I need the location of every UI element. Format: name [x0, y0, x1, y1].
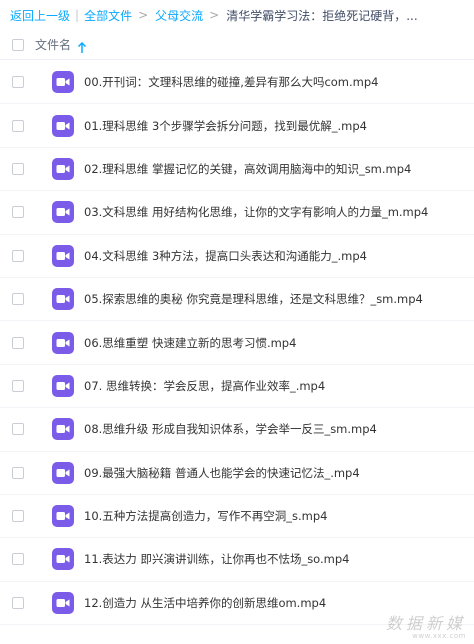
video-file-icon: [52, 591, 74, 614]
file-checkbox[interactable]: [12, 119, 24, 132]
video-file-icon: [52, 418, 74, 441]
file-checkbox[interactable]: [12, 293, 24, 306]
parent-folder-link[interactable]: 父母交流: [155, 7, 203, 24]
video-file-icon: [52, 461, 74, 484]
file-name[interactable]: 08.思维升级 形成自我知识体系，学会举一反三_sm.mp4: [84, 421, 377, 437]
file-name[interactable]: 11.表达力 即兴演讲训练，让你再也不怯场_so.mp4: [84, 551, 350, 567]
file-checkbox[interactable]: [12, 206, 24, 219]
file-row[interactable]: 02.理科思维 掌握记忆的关键，高效调用脑海中的知识_sm.mp4: [0, 148, 474, 192]
watermark-url: www.xxx.com: [412, 632, 466, 640]
file-name[interactable]: 12.创造力 从生活中培养你的创新思维om.mp4: [84, 595, 326, 611]
file-row[interactable]: 08.思维升级 形成自我知识体系，学会举一反三_sm.mp4: [0, 408, 474, 452]
file-name[interactable]: 04.文科思维 3种方法，提高口头表达和沟通能力_.mp4: [84, 248, 367, 264]
video-file-icon: [52, 71, 74, 94]
video-file-icon: [52, 374, 74, 397]
video-file-icon: [52, 548, 74, 571]
file-row[interactable]: 04.文科思维 3种方法，提高口头表达和沟通能力_.mp4: [0, 235, 474, 278]
chevron-right-icon: >: [209, 8, 220, 22]
file-name[interactable]: 07. 思维转换：学会反思，提高作业效率_.mp4: [84, 378, 325, 394]
name-column-header[interactable]: 文件名: [35, 36, 71, 53]
video-file-icon: [52, 201, 74, 224]
file-name[interactable]: 06.思维重塑 快速建立新的思考习惯.mp4: [84, 335, 296, 351]
file-checkbox[interactable]: [12, 379, 24, 392]
file-name[interactable]: 09.最强大脑秘籍 普通人也能学会的快速记忆法_.mp4: [84, 465, 360, 481]
file-checkbox[interactable]: [12, 553, 24, 566]
file-checkbox[interactable]: [12, 596, 24, 609]
file-name[interactable]: 05.探索思维的奥秘 你究竟是理科思维，还是文科思维？_sm.mp4: [84, 291, 423, 307]
file-checkbox[interactable]: [12, 249, 24, 262]
video-file-icon: [52, 114, 74, 137]
file-name[interactable]: 10.五种方法提高创造力，写作不再空洞_s.mp4: [84, 508, 328, 524]
file-name[interactable]: 03.文科思维 用好结构化思维，让你的文字有影响人的力量_m.mp4: [84, 204, 428, 220]
file-checkbox[interactable]: [12, 423, 24, 436]
file-row[interactable]: 00.开刊词：文理科思维的碰撞,差异有那么大吗com.mp4: [0, 61, 474, 105]
all-files-link[interactable]: 全部文件: [84, 7, 132, 24]
file-row[interactable]: 03.文科思维 用好结构化思维，让你的文字有影响人的力量_m.mp4: [0, 191, 474, 235]
file-row[interactable]: 09.最强大脑秘籍 普通人也能学会的快速记忆法_.mp4: [0, 452, 474, 495]
file-name[interactable]: 02.理科思维 掌握记忆的关键，高效调用脑海中的知识_sm.mp4: [84, 161, 411, 177]
file-list: 00.开刊词：文理科思维的碰撞,差异有那么大吗com.mp4 01.理科思维 3个…: [0, 61, 474, 626]
file-row[interactable]: 06.思维重塑 快速建立新的思考习惯.mp4: [0, 321, 474, 365]
file-checkbox[interactable]: [12, 336, 24, 349]
file-checkbox[interactable]: [12, 510, 24, 523]
breadcrumb: 返回上一级 | 全部文件 > 父母交流 > 清华学霸学习法：拒绝死记硬背，...: [10, 0, 470, 30]
video-file-icon: [52, 157, 74, 180]
list-header: 文件名: [0, 30, 474, 60]
file-name[interactable]: 01.理科思维 3个步骤学会拆分问题，找到最优解_.mp4: [84, 118, 367, 134]
video-file-icon: [52, 331, 74, 354]
sort-ascending-icon[interactable]: [77, 39, 87, 53]
file-name[interactable]: 00.开刊词：文理科思维的碰撞,差异有那么大吗com.mp4: [84, 74, 378, 90]
video-file-icon: [52, 288, 74, 311]
file-row[interactable]: 10.五种方法提高创造力，写作不再空洞_s.mp4: [0, 495, 474, 539]
chevron-right-icon: >: [138, 8, 149, 22]
file-checkbox[interactable]: [12, 466, 24, 479]
file-row[interactable]: 12.创造力 从生活中培养你的创新思维om.mp4: [0, 582, 474, 626]
file-row[interactable]: 11.表达力 即兴演讲训练，让你再也不怯场_so.mp4: [0, 538, 474, 582]
select-all-checkbox[interactable]: [12, 38, 24, 51]
file-row[interactable]: 05.探索思维的奥秘 你究竟是理科思维，还是文科思维？_sm.mp4: [0, 278, 474, 322]
file-checkbox[interactable]: [12, 76, 24, 89]
file-row[interactable]: 01.理科思维 3个步骤学会拆分问题，找到最优解_.mp4: [0, 104, 474, 148]
breadcrumb-separator: |: [75, 8, 80, 22]
current-folder-name: 清华学霸学习法：拒绝死记硬背，...: [226, 8, 418, 23]
file-checkbox[interactable]: [12, 162, 24, 175]
file-row[interactable]: 07. 思维转换：学会反思，提高作业效率_.mp4: [0, 365, 474, 409]
video-file-icon: [52, 244, 74, 267]
back-link[interactable]: 返回上一级: [10, 7, 70, 24]
video-file-icon: [52, 505, 74, 528]
